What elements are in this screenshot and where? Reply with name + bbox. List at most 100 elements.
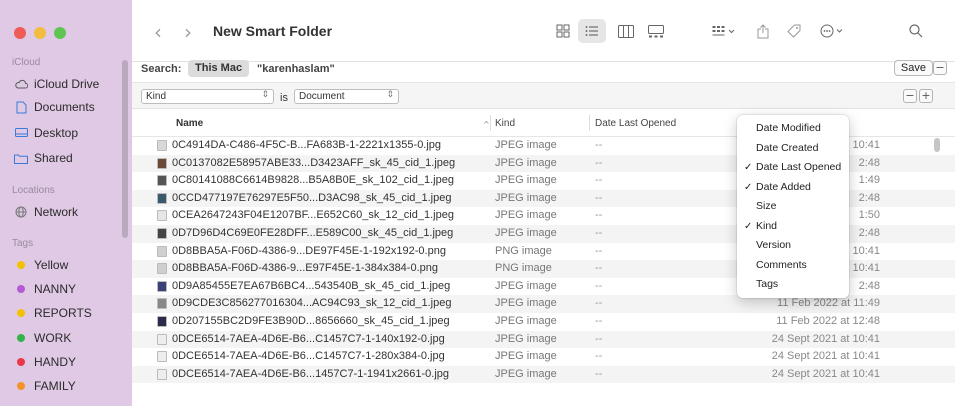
tag-icon[interactable] bbox=[783, 19, 805, 43]
sort-ascending-icon: ^ bbox=[483, 120, 490, 129]
sidebar-item-label: Desktop bbox=[34, 126, 79, 140]
menu-item-date-created[interactable]: Date Created bbox=[737, 139, 849, 159]
file-name: 0CCD477197E76297E5F50...D3AC98_sk_45_cid… bbox=[172, 191, 452, 204]
value-popup[interactable]: Document ⇕ bbox=[294, 89, 399, 104]
sidebar-tag-yellow[interactable]: Yellow bbox=[14, 255, 68, 275]
minimize-window-button[interactable] bbox=[34, 27, 46, 39]
file-name: 0C4914DA-C486-4F5C-B...FA683B-1-2221x135… bbox=[172, 139, 442, 151]
sidebar-item-network[interactable]: Network bbox=[14, 202, 78, 222]
sidebar-tag-reports[interactable]: REPORTS bbox=[14, 303, 92, 323]
column-view-icon[interactable] bbox=[614, 19, 638, 43]
search-label: Search: bbox=[141, 63, 182, 75]
sidebar-tag-family[interactable]: FAMILY bbox=[14, 376, 76, 396]
sidebar-item-label: Documents bbox=[34, 100, 95, 114]
list-view-icon[interactable] bbox=[578, 19, 606, 43]
menu-item-date-last-opened[interactable]: ✓ Date Last Opened bbox=[737, 158, 849, 178]
file-date: 24 Sept 2021 at 10:41 bbox=[771, 367, 880, 380]
toolbar: ‹ › New Smart Folder bbox=[132, 0, 955, 62]
menu-item-tags[interactable]: Tags bbox=[737, 275, 849, 295]
menu-item-label: Comments bbox=[756, 258, 807, 271]
table-row[interactable]: 0DCE6514-7AEA-4D6E-B6...C1457C7-1-280x38… bbox=[132, 348, 955, 366]
sidebar-item-label: Shared bbox=[34, 151, 73, 165]
search-icon[interactable] bbox=[904, 19, 928, 43]
shared-folder-icon bbox=[14, 153, 28, 164]
menu-item-kind[interactable]: ✓ Kind bbox=[737, 217, 849, 237]
forward-button[interactable]: › bbox=[184, 20, 192, 44]
table-row[interactable]: 0DCE6514-7AEA-4D6E-B6...C1457C7-1-140x19… bbox=[132, 330, 955, 349]
image-file-icon bbox=[157, 210, 167, 222]
menu-item-version[interactable]: Version bbox=[737, 236, 849, 256]
scope-this-mac-button[interactable]: This Mac bbox=[188, 60, 250, 77]
scope-user-button[interactable]: "karenhaslam" bbox=[257, 63, 335, 75]
sidebar-tag-work[interactable]: WORK bbox=[14, 328, 71, 348]
file-kind: PNG image bbox=[495, 262, 552, 275]
column-divider[interactable] bbox=[589, 115, 590, 131]
tag-color-icon bbox=[17, 285, 25, 293]
file-last-opened: -- bbox=[595, 139, 603, 151]
file-last-opened: -- bbox=[595, 367, 603, 380]
remove-criteria-button[interactable]: − bbox=[903, 89, 917, 103]
add-criteria-button[interactable]: + bbox=[919, 89, 933, 103]
file-last-opened: -- bbox=[595, 227, 603, 239]
image-file-icon bbox=[157, 298, 167, 310]
operator-label: is bbox=[280, 92, 288, 104]
popup-arrows-icon: ⇕ bbox=[386, 90, 394, 100]
file-kind: JPEG image bbox=[495, 332, 557, 345]
save-button[interactable]: Save bbox=[893, 60, 933, 76]
menu-item-date-modified[interactable]: Date Modified bbox=[737, 119, 849, 139]
sidebar-item-icloud-drive[interactable]: iCloud Drive bbox=[14, 74, 99, 94]
menu-item-size[interactable]: Size bbox=[737, 197, 849, 217]
sidebar-item-documents[interactable]: Documents bbox=[14, 97, 95, 117]
table-row[interactable]: 0D9CDE3C856277016304...AC94C93_sk_12_cid… bbox=[132, 295, 955, 313]
group-by-icon[interactable] bbox=[707, 19, 741, 43]
network-icon bbox=[14, 206, 28, 218]
file-date: 2:48 bbox=[858, 191, 880, 204]
sidebar-item-label: REPORTS bbox=[34, 306, 92, 320]
image-file-icon bbox=[157, 351, 167, 363]
more-actions-icon[interactable] bbox=[815, 19, 851, 43]
file-date: 10:41 bbox=[852, 139, 880, 151]
attribute-popup[interactable]: Kind ⇕ bbox=[141, 89, 274, 104]
sidebar-tag-handy[interactable]: HANDY bbox=[14, 352, 76, 372]
table-row[interactable]: 0D207155BC2D9FE3B90D...8656660_sk_45_cid… bbox=[132, 313, 955, 331]
checkmark-icon: ✓ bbox=[744, 162, 753, 173]
file-kind: JPEG image bbox=[495, 174, 557, 187]
file-last-opened: -- bbox=[595, 191, 603, 204]
menu-item-date-added[interactable]: ✓ Date Added bbox=[737, 178, 849, 198]
file-date: 11 Feb 2022 at 11:49 bbox=[777, 297, 880, 310]
file-name: 0DCE6514-7AEA-4D6E-B6...C1457C7-1-140x19… bbox=[172, 332, 445, 345]
sidebar-section-icloud: iCloud bbox=[12, 57, 41, 68]
close-window-button[interactable] bbox=[14, 27, 26, 39]
remove-search-button[interactable]: − bbox=[933, 61, 947, 75]
file-name: 0D9A85455E7EA67B6BC4...543540B_sk_45_cid… bbox=[172, 279, 451, 292]
file-last-opened: -- bbox=[595, 209, 603, 222]
column-header-name[interactable]: Name bbox=[176, 118, 203, 129]
image-file-icon bbox=[157, 192, 167, 204]
sidebar-item-desktop[interactable]: Desktop bbox=[14, 123, 78, 143]
file-name: 0C0137082E58957ABE33...D3423AFF_sk_45_ci… bbox=[172, 156, 456, 169]
column-options-menu: Date Modified Date Created ✓ Date Last Open… bbox=[737, 115, 849, 298]
column-divider[interactable] bbox=[490, 115, 491, 131]
file-kind: JPEG image bbox=[495, 297, 557, 310]
tag-color-icon bbox=[17, 261, 25, 269]
column-header-date-last-opened[interactable]: Date Last Opened bbox=[595, 118, 676, 129]
sidebar-tag-nanny[interactable]: NANNY bbox=[14, 279, 76, 299]
list-scrollbar[interactable] bbox=[934, 138, 940, 152]
image-file-icon bbox=[157, 140, 167, 151]
share-icon[interactable] bbox=[752, 19, 774, 43]
tag-color-icon bbox=[17, 358, 25, 366]
file-last-opened: -- bbox=[595, 315, 603, 327]
gallery-view-icon[interactable] bbox=[644, 19, 668, 43]
checkmark-icon: ✓ bbox=[744, 220, 753, 232]
table-row[interactable]: 0DCE6514-7AEA-4D6E-B6...1457C7-1-1941x26… bbox=[132, 365, 955, 384]
sidebar-scrollbar[interactable] bbox=[122, 60, 128, 238]
file-date: 11 Feb 2022 at 12:48 bbox=[776, 315, 880, 327]
file-last-opened: -- bbox=[595, 350, 603, 363]
zoom-window-button[interactable] bbox=[54, 27, 66, 39]
criteria-value: Document bbox=[299, 91, 345, 102]
menu-item-comments[interactable]: Comments bbox=[737, 256, 849, 276]
column-header-kind[interactable]: Kind bbox=[495, 118, 515, 129]
back-button[interactable]: ‹ bbox=[154, 20, 162, 44]
icon-view-icon[interactable] bbox=[551, 19, 575, 43]
sidebar-item-shared[interactable]: Shared bbox=[14, 148, 73, 168]
